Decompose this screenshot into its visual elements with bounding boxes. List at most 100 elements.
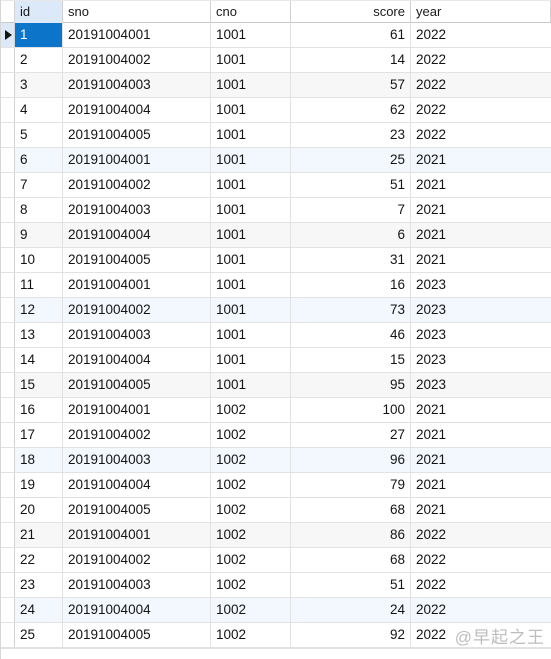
cell-year[interactable]: 2022: [411, 623, 551, 647]
cell-cno[interactable]: 1001: [211, 198, 291, 222]
cell-sno[interactable]: 20191004003: [63, 73, 211, 97]
cell-cno[interactable]: 1001: [211, 98, 291, 122]
cell-cno[interactable]: 1001: [211, 373, 291, 397]
cell-score[interactable]: 92: [291, 623, 411, 647]
cell-sno[interactable]: 20191004002: [63, 48, 211, 72]
row-gutter[interactable]: [1, 73, 15, 97]
column-header-year[interactable]: year: [411, 0, 551, 23]
cell-year[interactable]: 2021: [411, 498, 551, 522]
cell-score[interactable]: 6: [291, 223, 411, 247]
table-row[interactable]: 14 20191004004 1001 15 2023: [1, 348, 551, 373]
row-gutter[interactable]: [1, 248, 15, 272]
cell-score[interactable]: 51: [291, 573, 411, 597]
cell-year[interactable]: 2021: [411, 398, 551, 422]
cell-sno[interactable]: 20191004005: [63, 248, 211, 272]
cell-year[interactable]: 2022: [411, 98, 551, 122]
cell-id[interactable]: 14: [15, 348, 63, 372]
cell-id[interactable]: 21: [15, 523, 63, 547]
row-gutter[interactable]: [1, 448, 15, 472]
cell-id[interactable]: 10: [15, 248, 63, 272]
cell-cno[interactable]: 1002: [211, 398, 291, 422]
cell-score[interactable]: 86: [291, 523, 411, 547]
cell-sno[interactable]: 20191004002: [63, 298, 211, 322]
cell-id[interactable]: 2: [15, 48, 63, 72]
row-gutter[interactable]: [1, 223, 15, 247]
cell-score[interactable]: 68: [291, 548, 411, 572]
cell-sno[interactable]: 20191004002: [63, 173, 211, 197]
cell-score[interactable]: 73: [291, 298, 411, 322]
column-header-score[interactable]: score: [291, 0, 411, 23]
cell-year[interactable]: 2021: [411, 423, 551, 447]
table-row[interactable]: 1 20191004001 1001 61 2022: [1, 23, 551, 48]
table-row[interactable]: 10 20191004005 1001 31 2021: [1, 248, 551, 273]
cell-year[interactable]: 2022: [411, 598, 551, 622]
cell-score[interactable]: 100: [291, 398, 411, 422]
cell-id[interactable]: 22: [15, 548, 63, 572]
table-row[interactable]: 9 20191004004 1001 6 2021: [1, 223, 551, 248]
cell-id[interactable]: 3: [15, 73, 63, 97]
cell-score[interactable]: 23: [291, 123, 411, 147]
table-row[interactable]: 2 20191004002 1001 14 2022: [1, 48, 551, 73]
table-row[interactable]: 8 20191004003 1001 7 2021: [1, 198, 551, 223]
row-gutter[interactable]: [1, 23, 15, 47]
cell-sno[interactable]: 20191004003: [63, 323, 211, 347]
cell-cno[interactable]: 1001: [211, 48, 291, 72]
column-header-sno[interactable]: sno: [63, 0, 211, 23]
cell-sno[interactable]: 20191004004: [63, 598, 211, 622]
cell-sno[interactable]: 20191004002: [63, 548, 211, 572]
cell-id[interactable]: 25: [15, 623, 63, 647]
cell-score[interactable]: 15: [291, 348, 411, 372]
table-row[interactable]: 23 20191004003 1002 51 2022: [1, 573, 551, 598]
row-gutter[interactable]: [1, 123, 15, 147]
cell-year[interactable]: 2021: [411, 198, 551, 222]
cell-score[interactable]: 14: [291, 48, 411, 72]
cell-score[interactable]: 95: [291, 373, 411, 397]
row-gutter[interactable]: [1, 523, 15, 547]
cell-id[interactable]: 8: [15, 198, 63, 222]
cell-cno[interactable]: 1001: [211, 73, 291, 97]
cell-score[interactable]: 62: [291, 98, 411, 122]
cell-cno[interactable]: 1002: [211, 473, 291, 497]
cell-sno[interactable]: 20191004004: [63, 348, 211, 372]
table-row[interactable]: 5 20191004005 1001 23 2022: [1, 123, 551, 148]
cell-id[interactable]: 17: [15, 423, 63, 447]
cell-sno[interactable]: 20191004004: [63, 223, 211, 247]
cell-year[interactable]: 2022: [411, 123, 551, 147]
cell-cno[interactable]: 1002: [211, 548, 291, 572]
row-gutter[interactable]: [1, 498, 15, 522]
table-row[interactable]: 16 20191004001 1002 100 2021: [1, 398, 551, 423]
cell-score[interactable]: 46: [291, 323, 411, 347]
cell-sno[interactable]: 20191004005: [63, 623, 211, 647]
cell-cno[interactable]: 1002: [211, 573, 291, 597]
cell-score[interactable]: 96: [291, 448, 411, 472]
cell-cno[interactable]: 1001: [211, 248, 291, 272]
cell-sno[interactable]: 20191004005: [63, 373, 211, 397]
row-gutter[interactable]: [1, 348, 15, 372]
cell-sno[interactable]: 20191004003: [63, 448, 211, 472]
table-row[interactable]: 25 20191004005 1002 92 2022: [1, 623, 551, 648]
cell-score[interactable]: 68: [291, 498, 411, 522]
row-gutter[interactable]: [1, 98, 15, 122]
row-gutter[interactable]: [1, 48, 15, 72]
table-row[interactable]: 15 20191004005 1001 95 2023: [1, 373, 551, 398]
table-row[interactable]: 21 20191004001 1002 86 2022: [1, 523, 551, 548]
table-row[interactable]: 20 20191004005 1002 68 2021: [1, 498, 551, 523]
table-row[interactable]: 24 20191004004 1002 24 2022: [1, 598, 551, 623]
cell-id[interactable]: 5: [15, 123, 63, 147]
cell-cno[interactable]: 1002: [211, 423, 291, 447]
cell-year[interactable]: 2022: [411, 73, 551, 97]
row-gutter[interactable]: [1, 373, 15, 397]
cell-cno[interactable]: 1001: [211, 123, 291, 147]
cell-id[interactable]: 7: [15, 173, 63, 197]
cell-cno[interactable]: 1001: [211, 173, 291, 197]
row-gutter[interactable]: [1, 423, 15, 447]
cell-score[interactable]: 16: [291, 273, 411, 297]
row-gutter[interactable]: [1, 473, 15, 497]
cell-id[interactable]: 18: [15, 448, 63, 472]
cell-sno[interactable]: 20191004001: [63, 523, 211, 547]
cell-sno[interactable]: 20191004003: [63, 573, 211, 597]
cell-id[interactable]: 1: [15, 23, 63, 47]
cell-score[interactable]: 31: [291, 248, 411, 272]
cell-cno[interactable]: 1001: [211, 323, 291, 347]
cell-year[interactable]: 2021: [411, 473, 551, 497]
